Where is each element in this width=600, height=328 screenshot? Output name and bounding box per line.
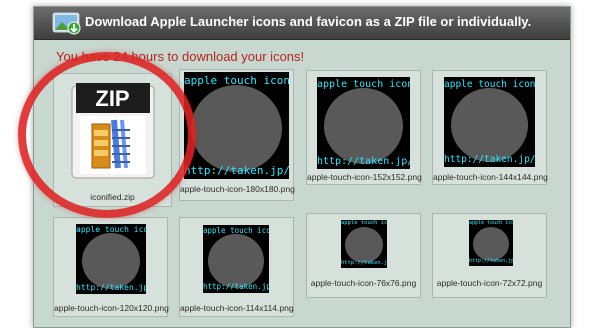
icon-filename[interactable]: apple-touch-icon-120x120.png	[54, 303, 169, 313]
icon-tile-72[interactable]: apple touch icon http://taken.jp/ apple-…	[432, 213, 547, 298]
download-image-icon	[52, 12, 81, 35]
icon-thumbnail: apple touch icon http://taken.jp/	[444, 77, 535, 167]
thumb-bottom-text: http://taken.jp/	[184, 164, 289, 177]
page-title: Download Apple Launcher icons and favico…	[85, 14, 532, 29]
icon-thumbnail: apple touch icon http://taken.jp/	[317, 77, 410, 169]
icon-tile-180[interactable]: apple touch icon http://taken.jp/ apple-…	[179, 69, 295, 201]
icon-filename[interactable]: apple-touch-icon-180x180.png	[180, 184, 295, 194]
highlight-circle	[18, 52, 196, 218]
icon-filename[interactable]: apple-touch-icon-114x114.png	[180, 303, 294, 313]
thumb-bottom-text: http://taken.jp/	[76, 283, 146, 292]
thumb-bottom-text: http://taken.jp/	[444, 154, 535, 165]
thumb-top-text: apple touch icon	[469, 220, 513, 226]
icon-thumbnail: apple touch icon http://taken.jp/	[341, 220, 387, 268]
thumb-circle	[208, 234, 264, 288]
icon-tile-76[interactable]: apple touch icon http://taken.jp/ apple-…	[306, 213, 421, 298]
thumb-circle	[82, 233, 140, 289]
icon-thumbnail: apple touch icon http://taken.jp/	[469, 220, 513, 266]
thumb-circle	[191, 85, 282, 172]
panel-header: Download Apple Launcher icons and favico…	[34, 7, 570, 40]
thumb-circle	[473, 227, 509, 261]
icon-thumbnail: apple touch icon http://taken.jp/	[203, 225, 269, 293]
thumb-top-text: apple touch icon	[341, 220, 387, 226]
thumb-circle	[324, 88, 403, 164]
thumb-bottom-text: http://taken.jp/	[203, 282, 269, 291]
thumb-bottom-text: http://taken.jp/	[469, 258, 513, 264]
icon-tile-144[interactable]: apple touch icon http://taken.jp/ apple-…	[432, 70, 548, 185]
icon-filename[interactable]: apple-touch-icon-72x72.png	[433, 278, 546, 288]
icon-tile-114[interactable]: apple touch icon http://taken.jp/ apple-…	[179, 217, 294, 317]
thumb-circle	[451, 88, 528, 162]
icon-tile-120[interactable]: apple touch icon http://taken.jp/ apple-…	[53, 217, 169, 317]
icon-thumbnail: apple touch icon http://taken.jp/	[76, 224, 146, 294]
icon-thumbnail: apple touch icon http://taken.jp/	[184, 72, 289, 179]
thumb-circle	[345, 227, 383, 263]
thumb-bottom-text: http://taken.jp/	[341, 260, 387, 266]
thumb-bottom-text: http://taken.jp/	[317, 156, 410, 167]
icon-filename[interactable]: apple-touch-icon-152x152.png	[307, 172, 422, 182]
icon-tile-152[interactable]: apple touch icon http://taken.jp/ apple-…	[306, 70, 422, 185]
icon-filename[interactable]: apple-touch-icon-76x76.png	[307, 278, 420, 288]
icon-filename[interactable]: apple-touch-icon-144x144.png	[433, 172, 548, 182]
